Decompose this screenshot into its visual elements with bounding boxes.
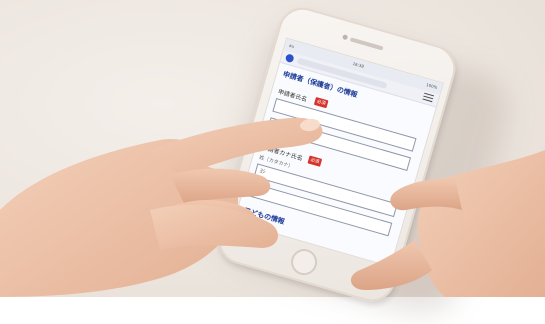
left-hand: [0, 117, 545, 297]
left-thumb: [150, 204, 279, 250]
right-fingers: [350, 240, 432, 290]
index-finger: [150, 117, 323, 176]
right-hand: [417, 150, 545, 297]
right-thumb: [390, 178, 462, 211]
